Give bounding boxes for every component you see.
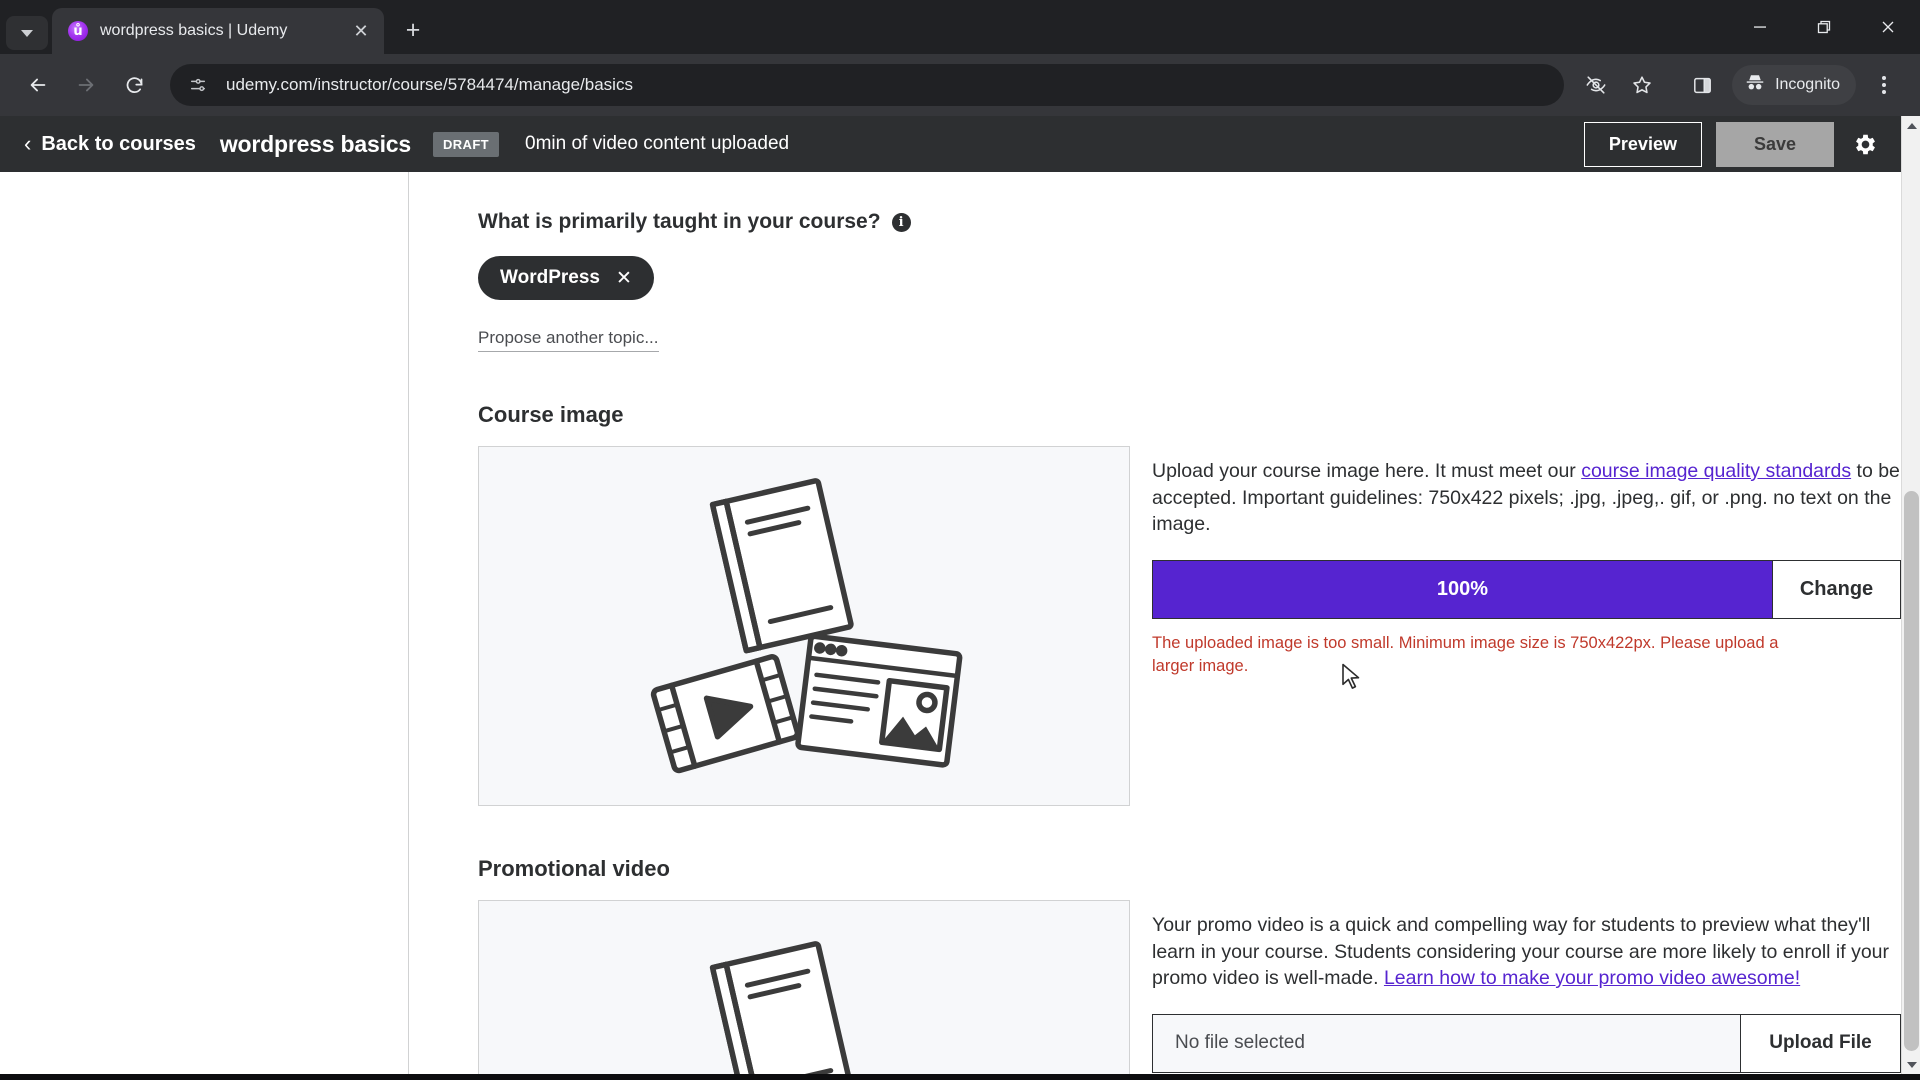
- reload-icon[interactable]: [110, 61, 158, 109]
- eye-off-icon[interactable]: [1574, 63, 1618, 107]
- incognito-hat-icon: [1744, 72, 1766, 99]
- promo-video-file-picker: No file selected Upload File: [1152, 1013, 1901, 1073]
- promo-video-row: Your promo video is a quick and compelli…: [478, 900, 1901, 1074]
- topic-chip-remove-icon[interactable]: ✕: [616, 269, 632, 288]
- course-image-quality-standards-link[interactable]: course image quality standards: [1581, 460, 1851, 482]
- upload-file-button[interactable]: Upload File: [1740, 1014, 1900, 1072]
- scrollbar-thumb[interactable]: [1904, 491, 1919, 1051]
- page-viewport: ‹ Back to courses wordpress basics DRAFT…: [0, 116, 1920, 1074]
- tab-search-button[interactable]: [6, 16, 48, 50]
- site-settings-icon[interactable]: [186, 73, 210, 97]
- status-badge: DRAFT: [432, 131, 500, 157]
- promo-video-learn-more-link[interactable]: Learn how to make your promo video aweso…: [1384, 967, 1800, 989]
- course-image-details: Upload your course image here. It must m…: [1152, 446, 1901, 806]
- three-dots-menu-icon[interactable]: [1862, 63, 1906, 107]
- selected-file-name: No file selected: [1153, 1014, 1740, 1072]
- info-icon[interactable]: i: [891, 212, 911, 232]
- chevron-left-icon: ‹: [24, 131, 32, 156]
- browser-window: ů wordpress basics | Udemy ✕ + udemy.com…: [0, 0, 1920, 1080]
- topic-chip-wordpress[interactable]: WordPress ✕: [478, 256, 654, 300]
- side-panel-icon[interactable]: [1680, 63, 1724, 107]
- back-to-courses-link[interactable]: ‹ Back to courses: [24, 133, 196, 156]
- course-image-description: Upload your course image here. It must m…: [1152, 458, 1901, 538]
- promo-video-details: Your promo video is a quick and compelli…: [1152, 900, 1901, 1074]
- star-icon[interactable]: [1620, 63, 1664, 107]
- promo-video-description: Your promo video is a quick and compelli…: [1152, 912, 1901, 992]
- course-image-preview-box[interactable]: [478, 446, 1130, 806]
- upload-progress-bar: 100%: [1153, 560, 1772, 618]
- promo-video-section-title: Promotional video: [478, 856, 670, 881]
- scroll-down-arrow-icon[interactable]: [1902, 1055, 1920, 1074]
- course-basics-form: What is primarily taught in your course?…: [409, 172, 1901, 1074]
- scroll-down-glyph: [1906, 1061, 1917, 1068]
- toolbar-actions: Incognito: [1574, 63, 1906, 107]
- course-image-desc-prefix: Upload your course image here. It must m…: [1152, 460, 1582, 482]
- tab-title: wordpress basics | Udemy: [100, 22, 288, 39]
- browser-tab-strip: ů wordpress basics | Udemy ✕ +: [0, 0, 1920, 54]
- promo-video-preview-box[interactable]: [478, 900, 1130, 1074]
- address-bar[interactable]: udemy.com/instructor/course/5784474/mana…: [170, 64, 1565, 106]
- tab-close-icon[interactable]: ✕: [348, 18, 374, 44]
- topic-question-label: What is primarily taught in your course?: [478, 210, 881, 233]
- new-tab-button[interactable]: +: [394, 11, 432, 49]
- header-actions: Preview Save: [1583, 121, 1883, 167]
- save-button[interactable]: Save: [1715, 121, 1834, 167]
- browser-tab-wordpress-basics[interactable]: ů wordpress basics | Udemy ✕: [52, 8, 384, 54]
- incognito-indicator[interactable]: Incognito: [1732, 65, 1856, 105]
- course-image-row: Upload your course image here. It must m…: [478, 446, 1901, 806]
- browser-toolbar: udemy.com/instructor/course/5784474/mana…: [0, 54, 1920, 116]
- back-arrow-icon[interactable]: [14, 61, 62, 109]
- page-left-gutter: [0, 172, 408, 1074]
- chevron-down-icon: [21, 29, 33, 37]
- window-bottom-edge: [0, 1074, 1920, 1080]
- course-media-placeholder-illustration: [639, 937, 969, 1074]
- course-manage-header: ‹ Back to courses wordpress basics DRAFT…: [0, 116, 1901, 172]
- forward-arrow-icon[interactable]: [62, 61, 110, 109]
- page-scrollbar[interactable]: [1901, 116, 1920, 1074]
- gear-icon[interactable]: [1848, 131, 1883, 158]
- window-close-button[interactable]: [1856, 0, 1920, 54]
- course-title: wordpress basics: [219, 130, 411, 157]
- window-controls: [1728, 0, 1920, 54]
- topic-question: What is primarily taught in your course?…: [478, 172, 1901, 234]
- propose-another-topic-link[interactable]: Propose another topic...: [478, 328, 659, 352]
- change-image-button[interactable]: Change: [1772, 560, 1900, 618]
- scroll-up-arrow-icon[interactable]: [1902, 116, 1920, 135]
- incognito-label: Incognito: [1775, 76, 1840, 93]
- topic-chip-label: WordPress: [500, 267, 600, 288]
- course-image-upload-control: 100% Change: [1152, 559, 1901, 619]
- back-to-courses-label: Back to courses: [41, 132, 196, 155]
- window-maximize-button[interactable]: [1792, 0, 1856, 54]
- course-media-placeholder-illustration: [639, 474, 969, 779]
- course-image-section-title: Course image: [478, 402, 624, 427]
- window-minimize-button[interactable]: [1728, 0, 1792, 54]
- address-bar-url[interactable]: udemy.com/instructor/course/5784474/mana…: [226, 75, 633, 95]
- video-upload-status: 0min of video content uploaded: [525, 133, 790, 154]
- course-image-error-message: The uploaded image is too small. Minimum…: [1152, 633, 1779, 676]
- preview-button[interactable]: Preview: [1583, 121, 1702, 167]
- upload-progress-label: 100%: [1436, 577, 1489, 600]
- scroll-up-glyph: [1906, 122, 1917, 129]
- udemy-logo-icon: ů: [68, 21, 88, 41]
